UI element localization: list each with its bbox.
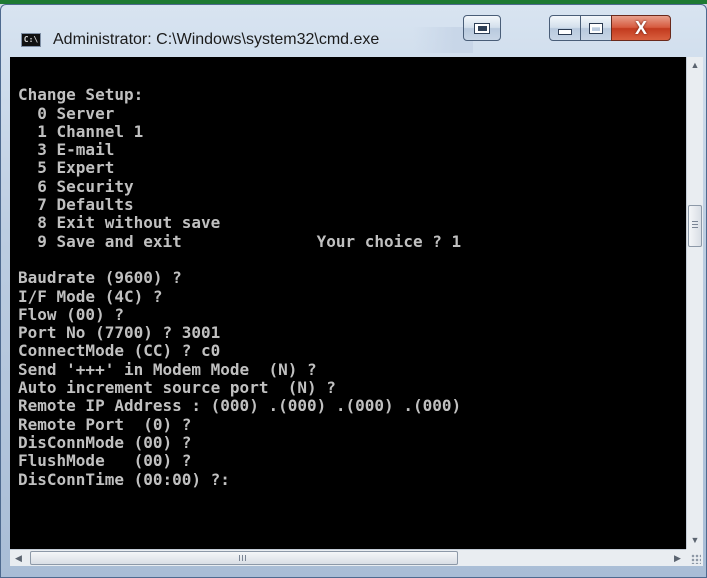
console-line: Remote Port (0) ?	[18, 414, 192, 434]
console-output[interactable]: Change Setup: 0 Server 1 Channel 1 3 E-m…	[10, 57, 686, 549]
console-line: DisConnMode (00) ?	[18, 432, 192, 452]
resize-corner[interactable]	[686, 549, 703, 566]
console-line: DisConnTime (00:00) ?:	[18, 469, 230, 489]
grip-icon	[239, 555, 248, 561]
console-line: 6 Security	[18, 176, 134, 196]
minimize-icon	[558, 29, 572, 35]
console-line: I/F Mode (4C) ?	[18, 286, 163, 306]
console-line: Flow (00) ?	[18, 304, 124, 324]
console-text: Change Setup: 0 Server 1 Channel 1 3 E-m…	[18, 68, 461, 489]
window-title: Administrator: C:\Windows\system32\cmd.e…	[53, 31, 380, 48]
size-grip-icon	[691, 554, 701, 564]
grip-icon	[692, 221, 698, 230]
maximize-button[interactable]	[580, 15, 612, 41]
cmd-window: C:\ Administrator: C:\Windows\system32\c…	[0, 4, 707, 578]
console-line: 1 Channel 1	[18, 121, 144, 141]
console-line: Auto increment source port (N) ?	[18, 378, 336, 398]
console-line: Change Setup:	[18, 85, 144, 105]
console-line: 9 Save and exit Your choice ? 1	[18, 231, 462, 251]
console-line: 5 Expert	[18, 158, 115, 178]
console-line: ConnectMode (CC) ? c0	[18, 341, 221, 361]
close-icon: X	[634, 18, 647, 38]
console-line: 8 Exit without save	[18, 213, 221, 233]
console-line: 3 E-mail	[18, 140, 115, 160]
console-line: Send '+++' in Modem Mode (N) ?	[18, 359, 317, 379]
horizontal-scrollbar[interactable]: ◀ ▶	[10, 549, 686, 566]
vertical-scrollbar[interactable]: ▲ ▼	[686, 57, 703, 549]
window-mode-button[interactable]	[463, 15, 501, 41]
minimize-button[interactable]	[549, 15, 581, 41]
console-line: Port No (7700) ? 3001	[18, 323, 221, 343]
console-line: Baudrate (9600) ?	[18, 268, 182, 288]
vertical-scroll-thumb[interactable]	[688, 205, 702, 247]
cmd-icon[interactable]: C:\	[21, 33, 41, 47]
scroll-left-icon[interactable]: ◀	[10, 550, 27, 566]
maximize-icon	[589, 22, 603, 34]
scroll-up-icon[interactable]: ▲	[687, 57, 703, 74]
horizontal-scroll-thumb[interactable]	[30, 551, 458, 565]
console-line: Remote IP Address : (000) .(000) .(000) …	[18, 396, 462, 416]
console-line: FlushMode (00) ?	[18, 451, 192, 471]
console-line: 0 Server	[18, 103, 115, 123]
title-bar[interactable]: C:\ Administrator: C:\Windows\system32\c…	[1, 5, 706, 57]
close-button[interactable]: X	[611, 15, 671, 41]
console-line: 7 Defaults	[18, 195, 134, 215]
window-mode-icon	[474, 22, 490, 34]
scroll-down-icon[interactable]: ▼	[687, 532, 703, 549]
scroll-right-icon[interactable]: ▶	[669, 550, 686, 566]
